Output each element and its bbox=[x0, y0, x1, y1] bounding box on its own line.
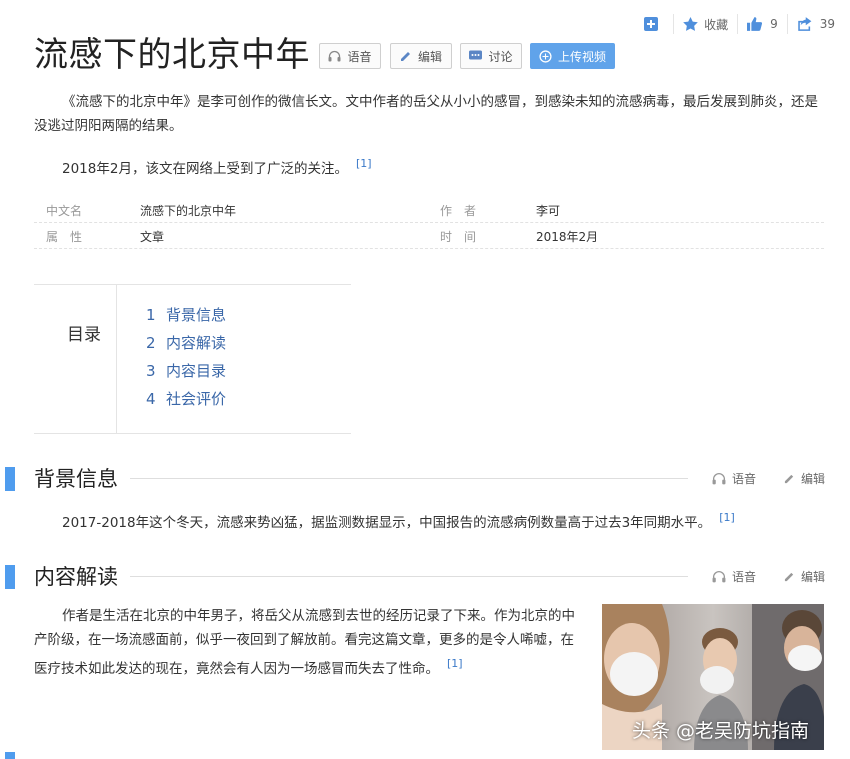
intro-paragraph: 《流感下的北京中年》是李可创作的微信长文。文中作者的岳父从小小的感冒，到感染未知… bbox=[34, 90, 824, 138]
toc-item-number: 1 bbox=[146, 306, 156, 324]
page-title: 流感下的北京中年 bbox=[34, 35, 310, 75]
toc-item-number: 3 bbox=[146, 362, 156, 380]
headphones-icon bbox=[328, 50, 341, 62]
headphones-icon bbox=[712, 473, 726, 485]
intro-text-2: 2018年2月，该文在网络上受到了广泛的关注。 bbox=[62, 161, 348, 177]
upload-video-button[interactable]: 上传视频 bbox=[530, 43, 615, 69]
section-text: 2017-2018年这个冬天，流感来势凶猛，据监测数据显示，中国报告的流感病例数… bbox=[62, 515, 712, 531]
section-marker bbox=[5, 752, 15, 759]
voice-button[interactable]: 语音 bbox=[319, 43, 381, 69]
section-voice-button[interactable]: 语音 bbox=[712, 568, 756, 585]
toc-item-label: 社会评价 bbox=[166, 390, 227, 408]
pencil-icon bbox=[400, 52, 410, 61]
discuss-label: 讨论 bbox=[488, 49, 513, 64]
toc-item-label: 内容解读 bbox=[166, 334, 227, 352]
section-voice-button[interactable]: 语音 bbox=[712, 470, 756, 487]
info-label: 中文名 bbox=[46, 204, 83, 218]
watermark: 头条 @老吴防坑指南 bbox=[632, 720, 810, 742]
toc-item-contents[interactable]: 3 内容目录 bbox=[146, 360, 226, 381]
add-button[interactable] bbox=[635, 14, 673, 34]
section-marker bbox=[5, 565, 15, 589]
info-value: 2018年2月 bbox=[536, 230, 599, 244]
info-label: 时 间 bbox=[440, 230, 477, 244]
share-icon bbox=[797, 17, 812, 31]
reference-link[interactable]: [1] bbox=[447, 657, 463, 670]
toc-item-interpretation[interactable]: 2 内容解读 bbox=[146, 332, 226, 353]
info-value[interactable]: 李可 bbox=[536, 202, 560, 219]
section-paragraph: 作者是生活在北京的中年男子，将岳父从流感到去世的经历记录了下来。作为北京的中产阶… bbox=[34, 604, 582, 681]
toc-side: 目录 bbox=[34, 285, 117, 433]
chat-icon bbox=[469, 50, 483, 60]
like-button[interactable]: 9 bbox=[737, 14, 787, 34]
section-divider bbox=[130, 576, 688, 577]
voice-label: 语音 bbox=[347, 49, 372, 64]
info-value: 文章 bbox=[140, 230, 165, 244]
share-button[interactable]: 39 bbox=[786, 14, 844, 34]
toc-item-label: 背景信息 bbox=[166, 306, 227, 324]
edit-label: 编辑 bbox=[417, 49, 442, 64]
reference-link[interactable]: [1] bbox=[719, 511, 735, 524]
section-marker bbox=[5, 467, 15, 491]
section-text: 作者是生活在北京的中年男子，将岳父从流感到去世的经历记录了下来。作为北京的中产阶… bbox=[34, 608, 575, 677]
info-row: 中文名 流感下的北京中年 作 者 李可 bbox=[34, 196, 824, 223]
toc-title: 目录 bbox=[67, 325, 101, 345]
section-title: 内容解读 bbox=[34, 565, 118, 589]
headphones-icon bbox=[712, 571, 726, 583]
upload-video-label: 上传视频 bbox=[557, 49, 606, 64]
toc-item-label: 内容目录 bbox=[166, 362, 227, 380]
pencil-icon bbox=[784, 572, 794, 582]
intro-paragraph-2: 2018年2月，该文在网络上受到了广泛的关注。 [1] bbox=[34, 152, 824, 181]
section-divider bbox=[130, 478, 688, 479]
info-value: 流感下的北京中年 bbox=[140, 204, 237, 218]
collect-label: 收藏 bbox=[704, 17, 729, 32]
pencil-icon bbox=[784, 474, 794, 484]
discuss-button[interactable]: 讨论 bbox=[460, 43, 522, 69]
toc-item-background[interactable]: 1 背景信息 bbox=[146, 304, 226, 325]
plus-square-icon bbox=[644, 17, 659, 31]
intro-text: 《流感下的北京中年》是李可创作的微信长文。文中作者的岳父从小小的感冒，到感染未知… bbox=[34, 94, 818, 134]
section-voice-label: 语音 bbox=[732, 570, 757, 584]
top-toolbar: 收藏 9 39 bbox=[635, 14, 844, 34]
toc-item-number: 2 bbox=[146, 334, 156, 352]
thumbs-up-icon bbox=[747, 17, 763, 31]
like-count: 9 bbox=[770, 17, 778, 31]
edit-button[interactable]: 编辑 bbox=[390, 43, 452, 69]
share-count: 39 bbox=[819, 17, 835, 31]
reference-link[interactable]: [1] bbox=[356, 157, 372, 170]
section-edit-button[interactable]: 编辑 bbox=[784, 470, 825, 487]
section-edit-label: 编辑 bbox=[801, 472, 826, 486]
section-edit-button[interactable]: 编辑 bbox=[784, 568, 825, 585]
plus-circle-icon bbox=[539, 49, 552, 63]
collect-button[interactable]: 收藏 bbox=[673, 14, 737, 34]
toc-item-reviews[interactable]: 4 社会评价 bbox=[146, 388, 226, 409]
section-paragraph: 2017-2018年这个冬天，流感来势凶猛，据监测数据显示，中国报告的流感病例数… bbox=[34, 506, 824, 535]
section-voice-label: 语音 bbox=[732, 472, 757, 486]
info-label: 属 性 bbox=[46, 230, 83, 244]
star-icon bbox=[683, 17, 698, 31]
info-label: 作 者 bbox=[440, 204, 477, 218]
toc-item-number: 4 bbox=[146, 390, 156, 408]
table-of-contents: 目录 1 背景信息 2 内容解读 3 内容目录 4 社会评价 bbox=[34, 284, 351, 434]
info-row: 属 性 文章 时 间 2018年2月 bbox=[34, 222, 824, 249]
section-title: 背景信息 bbox=[34, 467, 118, 491]
section-edit-label: 编辑 bbox=[801, 570, 826, 584]
